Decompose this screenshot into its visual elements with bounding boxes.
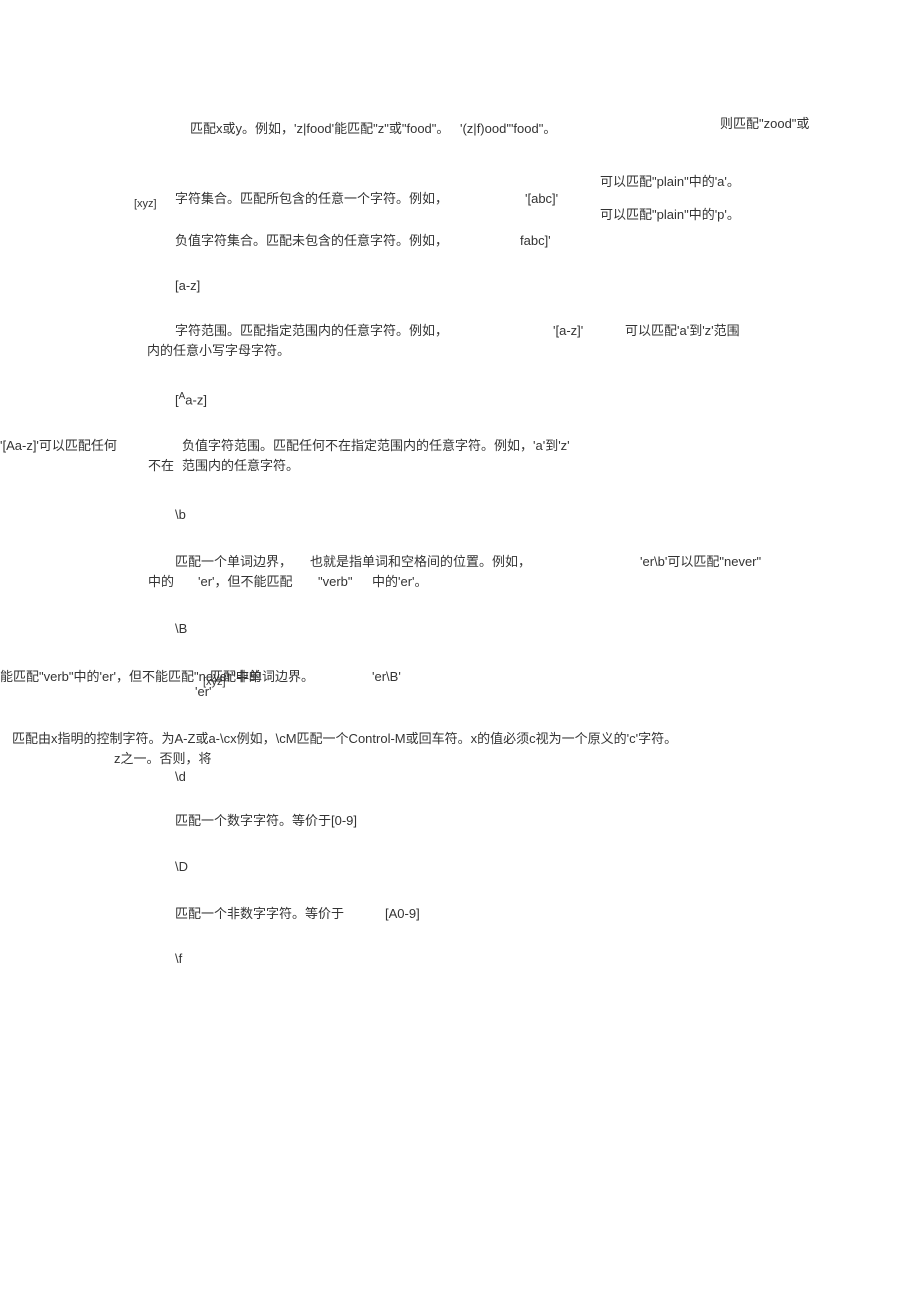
- text-fragment: 可以匹配"plain"中的'a'。: [600, 173, 740, 191]
- text-fragment: 可以匹配"plain"中的'p'。: [600, 206, 740, 224]
- pattern-label: [a-z]: [175, 277, 200, 295]
- text-fragment: 'er\B': [372, 668, 401, 686]
- text-fragment: 字符集合。匹配所包含的任意一个字符。例如，: [175, 190, 448, 208]
- pattern-label: [xyz]: [134, 197, 157, 212]
- text-fragment: '[Aa-z]'可以匹配任何: [0, 437, 117, 455]
- text-fragment: '[abc]': [525, 190, 558, 208]
- pattern-label: \B: [175, 620, 187, 638]
- text-fragment: "verb": [318, 573, 353, 591]
- text-fragment: 匹配由x指明的控制字符。为A-Z或a-\cx例如，\cM匹配一个Control-…: [12, 730, 677, 748]
- text-fragment: 不在: [148, 457, 174, 475]
- text-fragment: 中的'er'。: [372, 573, 428, 591]
- pattern-label: \b: [175, 506, 186, 524]
- text-fragment: 内的任意小写字母字符。: [147, 342, 290, 360]
- text-fragment: 'er\b'可以匹配"never": [640, 553, 761, 571]
- text-fragment: [A0-9]: [385, 905, 420, 923]
- text-fragment: 负值字符集合。匹配未包含的任意字符。例如，: [175, 232, 448, 250]
- text-fragment: 字符范围。匹配指定范围内的任意字符。例如，: [175, 322, 448, 340]
- text-fragment: 范围内的任意字符。: [182, 457, 299, 475]
- text-fragment: 'er'，但不能匹配: [198, 573, 293, 591]
- text-fragment: 匹配一个非数字字符。等价于: [175, 905, 344, 923]
- text-fragment: '(z|f)ood'"food"。: [460, 120, 556, 138]
- text-fragment: 则匹配"zood"或: [720, 115, 809, 133]
- text-fragment: 匹配x或y。例如，'z|food'能匹配"z"或"food"。: [190, 120, 449, 138]
- text-fragment: [xyz]: [203, 675, 226, 690]
- text-fragment: 匹配一个单词边界，: [175, 553, 292, 571]
- text-fragment: 中的: [148, 573, 174, 591]
- text-fragment: 也就是指单词和空格间的位置。例如，: [310, 553, 531, 571]
- pattern-label: [Aa-z]: [175, 390, 207, 410]
- text-fragment: 可以匹配'a'到'z'范围: [625, 322, 740, 340]
- pattern-label: \f: [175, 950, 182, 968]
- pattern-label: \D: [175, 858, 188, 876]
- text-fragment: 匹配一个数字字符。等价于[0-9]: [175, 812, 357, 830]
- text-fragment: 负值字符范围。匹配任何不在指定范围内的任意字符。例如，'a'到'z': [182, 437, 570, 455]
- text-fragment: z之一。否则，将: [114, 750, 212, 768]
- text-fragment: '[a-z]': [553, 322, 583, 340]
- pattern-label: \d: [175, 768, 186, 786]
- text-fragment: fabc]': [520, 232, 551, 250]
